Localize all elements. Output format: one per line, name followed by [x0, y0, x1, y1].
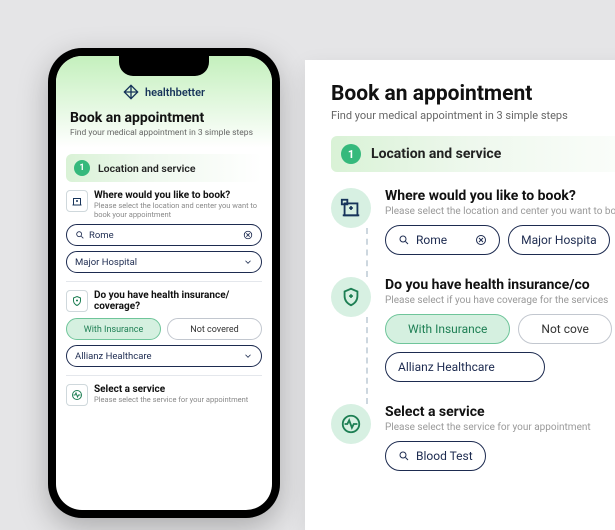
hospital-select[interactable]: Major Hospita	[508, 225, 609, 255]
hospital-select[interactable]: Major Hospital	[66, 251, 262, 273]
provider-select[interactable]: Allianz Healthcare	[66, 345, 262, 367]
hospital-icon	[66, 190, 88, 212]
page-title: Book an appointment	[70, 110, 258, 126]
insurance-block: Do you have health insurance/ coverage? …	[66, 290, 262, 367]
provider-select[interactable]: Allianz Healthcare	[385, 352, 545, 382]
service-question: Select a service	[94, 384, 248, 395]
page-title: Book an appointment	[331, 82, 615, 106]
pulse-icon	[66, 384, 88, 406]
pulse-icon	[331, 404, 371, 444]
desktop-card: Book an appointment Find your medical ap…	[305, 60, 615, 530]
search-icon	[398, 450, 410, 462]
provider-value: Allianz Healthcare	[75, 351, 152, 362]
brand-logo-icon	[123, 84, 139, 100]
step-number-badge: 1	[341, 144, 361, 164]
clear-icon[interactable]	[243, 230, 253, 240]
step-label: Location and service	[371, 146, 501, 162]
chevron-down-icon	[243, 351, 253, 361]
service-help: Please select the service for your appoi…	[94, 395, 248, 404]
hospital-value: Major Hospita	[521, 233, 596, 247]
page-subtitle: Find your medical appointment in 3 simpl…	[70, 128, 258, 138]
toggle-not-covered[interactable]: Not covered	[167, 318, 262, 340]
service-value: Blood Test	[416, 449, 473, 463]
brand-name: healthbetter	[145, 86, 205, 99]
location-help: Please select the location and center yo…	[94, 201, 262, 219]
insurance-block: Do you have health insurance/co Please s…	[331, 277, 615, 382]
insurance-question: Do you have health insurance/co	[385, 277, 615, 293]
phone-mockup: healthbetter Book an appointment Find yo…	[48, 48, 280, 518]
clear-icon[interactable]	[475, 234, 487, 246]
step-header: 1 Location and service	[331, 136, 615, 172]
phone-screen: healthbetter Book an appointment Find yo…	[56, 56, 272, 510]
step-label: Location and service	[98, 162, 195, 175]
toggle-not-covered[interactable]: Not cove	[518, 314, 611, 344]
location-question: Where would you like to book?	[385, 188, 615, 204]
divider	[66, 281, 262, 282]
phone-notch	[119, 56, 209, 76]
service-block: Select a service Please select the servi…	[331, 404, 615, 471]
city-value: Rome	[416, 233, 447, 247]
step-number-badge: 1	[74, 160, 90, 176]
provider-value: Allianz Healthcare	[398, 360, 495, 374]
location-help: Please select the location and center yo…	[385, 206, 615, 217]
chevron-down-icon	[243, 257, 253, 267]
step-header: 1 Location and service	[66, 154, 262, 182]
insurance-question: Do you have health insurance/ coverage?	[94, 290, 262, 312]
location-block: Where would you like to book? Please sel…	[66, 190, 262, 273]
insurance-help: Please select if you have coverage for t…	[385, 295, 615, 306]
hospital-icon	[331, 188, 371, 228]
brand: healthbetter	[70, 84, 258, 100]
service-input[interactable]: Blood Test	[385, 441, 486, 471]
divider	[66, 375, 262, 376]
location-block: Where would you like to book? Please sel…	[331, 188, 615, 255]
city-value: Rome	[89, 230, 114, 241]
shield-icon	[331, 277, 371, 317]
shield-icon	[66, 290, 88, 312]
service-help: Please select the service for your appoi…	[385, 422, 615, 433]
search-icon	[398, 234, 410, 246]
search-icon	[75, 230, 85, 240]
city-input[interactable]: Rome	[385, 225, 500, 255]
location-question: Where would you like to book?	[94, 190, 262, 201]
toggle-with-insurance[interactable]: With Insurance	[66, 318, 161, 340]
toggle-with-insurance[interactable]: With Insurance	[385, 314, 510, 344]
service-block: Select a service Please select the servi…	[66, 384, 262, 406]
page-subtitle: Find your medical appointment in 3 simpl…	[331, 109, 615, 122]
service-question: Select a service	[385, 404, 615, 420]
hospital-value: Major Hospital	[75, 257, 137, 268]
city-input[interactable]: Rome	[66, 224, 262, 246]
